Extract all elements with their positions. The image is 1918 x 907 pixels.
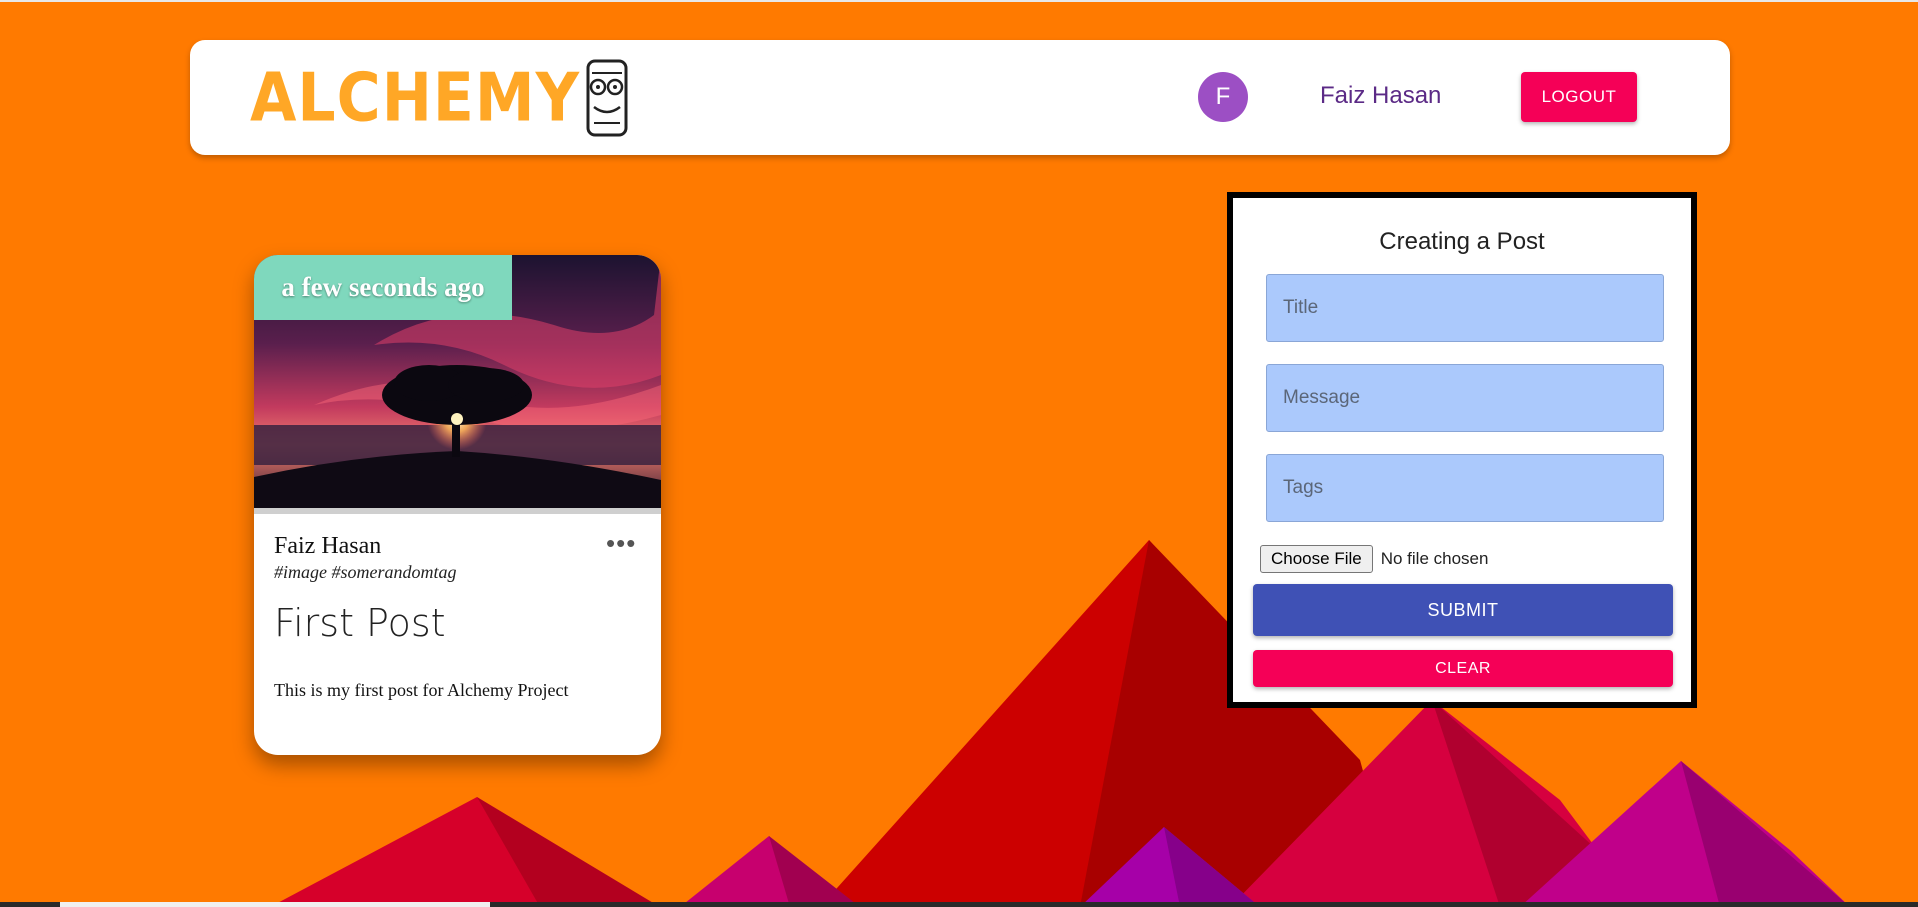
title-input[interactable] — [1266, 274, 1664, 342]
choose-file-button[interactable]: Choose File — [1260, 545, 1373, 573]
file-status: No file chosen — [1380, 549, 1489, 568]
more-horizontal-icon[interactable]: ••• — [606, 530, 636, 556]
brand-name: ALCHEMY — [250, 58, 581, 138]
file-picker: Choose File No file chosen — [1260, 545, 1488, 573]
user-name: Faiz Hasan — [1320, 82, 1442, 109]
robot-face-icon — [586, 59, 628, 137]
logout-button[interactable]: LOGOUT — [1521, 72, 1637, 122]
app-header: ALCHEMY F Faiz Hasan LOGOUT — [190, 40, 1730, 155]
avatar[interactable]: F — [1198, 72, 1248, 122]
post-tags: #image #somerandomtag — [274, 562, 457, 582]
post-title: First Post — [274, 601, 446, 645]
post-card: a few seconds ago Faiz Hasan ••• #image … — [254, 255, 661, 755]
brand-logo[interactable]: ALCHEMY — [250, 58, 630, 138]
form-title: Creating a Post — [1379, 228, 1545, 255]
create-post-form: Creating a Post Choose File No file chos… — [1227, 192, 1697, 708]
tags-input[interactable] — [1266, 454, 1664, 522]
post-timestamp: a few seconds ago — [254, 255, 512, 320]
media-divider — [254, 508, 661, 514]
post-message: This is my first post for Alchemy Projec… — [274, 680, 569, 700]
message-input[interactable] — [1266, 364, 1664, 432]
submit-button[interactable]: SUBMIT — [1253, 584, 1673, 636]
post-author: Faiz Hasan — [274, 533, 382, 559]
bottom-edge-bar — [0, 902, 1918, 907]
clear-button[interactable]: CLEAR — [1253, 650, 1673, 687]
bottom-edge-segment — [60, 902, 490, 907]
